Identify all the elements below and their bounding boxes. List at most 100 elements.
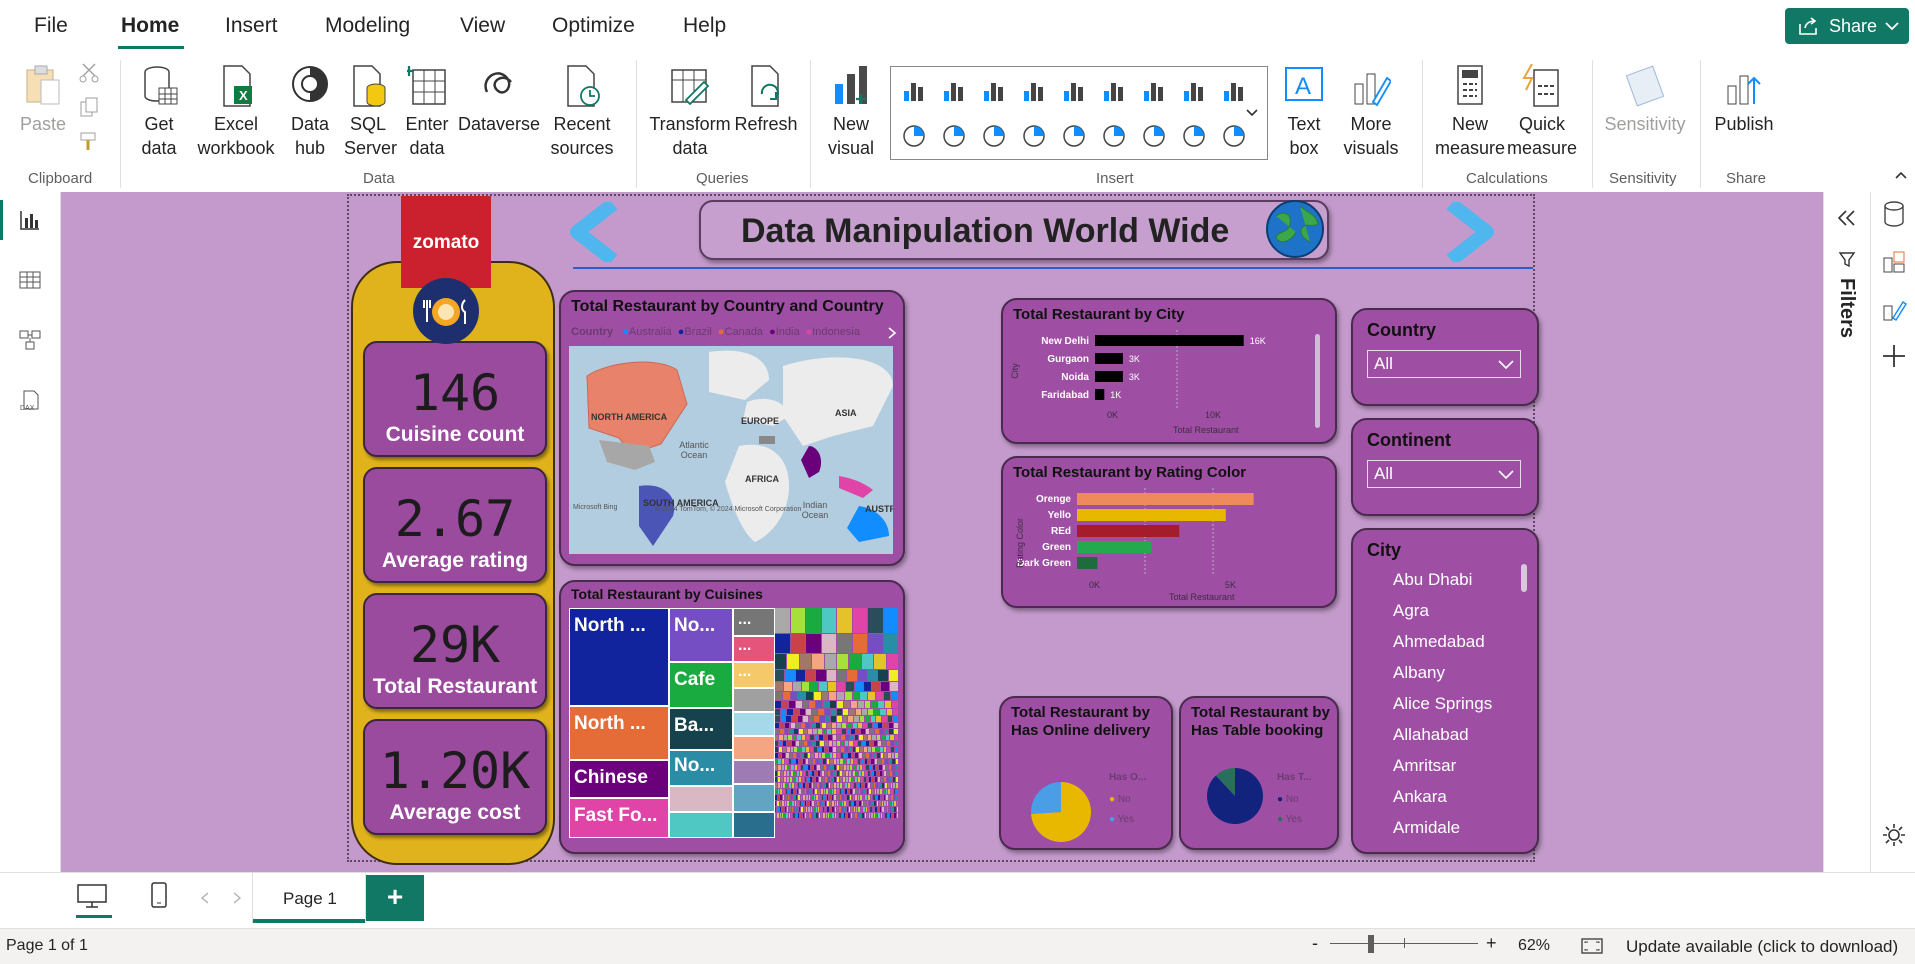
get-data-button[interactable]: Get data <box>128 64 190 160</box>
treemap-tile[interactable]: North ... <box>569 608 669 706</box>
enter-data-button[interactable]: Enter data <box>400 64 454 160</box>
treemap-tile[interactable] <box>791 741 795 746</box>
continent-slicer[interactable]: Continent All <box>1351 418 1539 516</box>
treemap-tile[interactable] <box>792 759 795 764</box>
treemap-tile[interactable] <box>849 801 851 806</box>
treemap-tile[interactable] <box>797 765 801 770</box>
city-bar[interactable] <box>1095 353 1123 364</box>
treemap-tile[interactable] <box>819 777 822 782</box>
treemap-tile[interactable] <box>865 729 870 734</box>
scrollbar[interactable] <box>1315 334 1320 428</box>
slicer-icon[interactable] <box>1141 123 1167 149</box>
treemap-tile[interactable] <box>842 783 845 788</box>
treemap-tile[interactable] <box>842 789 845 794</box>
treemap-tile[interactable] <box>826 789 828 794</box>
treemap-tile[interactable] <box>780 795 782 800</box>
treemap-tile[interactable] <box>783 735 788 740</box>
treemap-tile[interactable] <box>882 813 885 818</box>
treemap-tile[interactable] <box>866 777 869 782</box>
treemap-tile[interactable] <box>777 789 780 794</box>
rating-bar[interactable] <box>1077 509 1226 521</box>
city-slicer-item[interactable]: Albany <box>1393 663 1445 683</box>
treemap-tile[interactable] <box>860 747 864 752</box>
treemap-tile[interactable] <box>869 789 872 794</box>
treemap-tile[interactable] <box>807 765 810 770</box>
treemap-tile[interactable] <box>790 692 798 700</box>
treemap-tile[interactable] <box>789 753 793 758</box>
treemap-tile[interactable] <box>813 807 815 812</box>
treemap-tile[interactable]: ... <box>733 636 775 662</box>
treemap-tile[interactable] <box>861 741 865 746</box>
treemap-tile[interactable] <box>803 807 805 812</box>
treemap-tile[interactable] <box>866 753 869 758</box>
treemap-tile[interactable] <box>733 784 775 812</box>
scrollbar[interactable] <box>1521 564 1527 592</box>
treemap-tile[interactable] <box>884 777 887 782</box>
treemap-tile[interactable] <box>882 765 885 770</box>
treemap-tile[interactable] <box>815 807 817 812</box>
city-slicer-item[interactable]: Abu Dhabi <box>1393 570 1472 590</box>
treemap-tile[interactable] <box>861 789 863 794</box>
treemap-tile[interactable] <box>806 692 813 700</box>
treemap-tile[interactable] <box>896 795 898 800</box>
treemap-tile[interactable] <box>827 771 830 776</box>
treemap-tile[interactable] <box>798 795 800 800</box>
treemap-tile[interactable] <box>896 783 898 788</box>
treemap-tile[interactable] <box>879 801 881 806</box>
treemap-tile[interactable] <box>802 813 804 818</box>
city-slicer-item[interactable]: Amritsar <box>1393 756 1456 776</box>
treemap-tile[interactable] <box>857 813 859 818</box>
treemap-tile[interactable] <box>789 729 794 734</box>
treemap-tile[interactable] <box>888 759 892 764</box>
treemap-tile[interactable] <box>799 709 805 715</box>
treemap-tile[interactable] <box>860 729 865 734</box>
treemap-tile[interactable] <box>779 813 781 818</box>
treemap-tile[interactable] <box>881 735 885 740</box>
treemap-tile[interactable] <box>800 753 804 758</box>
treemap-tile[interactable] <box>847 723 852 728</box>
treemap-tile[interactable] <box>832 735 836 740</box>
treemap-tile[interactable] <box>885 701 892 708</box>
world-map[interactable]: NORTH AMERICA EUROPE ASIA Atlantic Ocean… <box>569 346 893 554</box>
treemap-tile[interactable] <box>879 747 883 752</box>
treemap-tile[interactable] <box>817 747 821 752</box>
treemap-tile[interactable] <box>809 701 816 708</box>
treemap-tile[interactable] <box>806 709 812 715</box>
treemap-tile[interactable] <box>872 807 875 812</box>
treemap-tile[interactable] <box>854 801 856 806</box>
treemap-tile[interactable] <box>816 701 823 708</box>
treemap-tile[interactable] <box>872 777 875 782</box>
treemap-tile[interactable] <box>801 777 804 782</box>
treemap-tile[interactable] <box>874 759 878 764</box>
treemap-tile[interactable] <box>794 783 797 788</box>
treemap-tile[interactable] <box>821 634 836 653</box>
treemap-tile[interactable] <box>793 709 799 715</box>
treemap-tile[interactable] <box>793 771 796 776</box>
treemap-tile[interactable] <box>783 777 786 782</box>
treemap-tile[interactable] <box>842 777 845 782</box>
treemap-tile[interactable] <box>862 783 865 788</box>
treemap-tile[interactable] <box>825 747 829 752</box>
treemap-tile[interactable] <box>814 783 817 788</box>
treemap-tile[interactable] <box>870 741 874 746</box>
treemap-tile[interactable] <box>866 765 869 770</box>
treemap-tile[interactable] <box>879 729 884 734</box>
treemap-tile[interactable] <box>868 795 870 800</box>
treemap-tile[interactable] <box>843 701 850 708</box>
treemap-tile[interactable] <box>890 783 893 788</box>
treemap-tile[interactable] <box>775 654 787 669</box>
treemap-tile[interactable] <box>863 807 865 812</box>
treemap-tile[interactable] <box>812 759 816 764</box>
treemap-tile[interactable] <box>888 723 893 728</box>
treemap-tile[interactable] <box>853 716 859 722</box>
collapse-ribbon-icon[interactable] <box>1894 170 1908 180</box>
treemap-tile[interactable] <box>889 729 894 734</box>
line-chart-icon[interactable] <box>1141 77 1167 103</box>
build-visual-icon[interactable] <box>1881 248 1907 276</box>
treemap-tile[interactable] <box>781 701 788 708</box>
treemap-tile[interactable] <box>801 807 803 812</box>
treemap-tile[interactable] <box>817 783 820 788</box>
treemap-tile[interactable] <box>837 771 840 776</box>
treemap-tile[interactable] <box>817 801 819 806</box>
menu-optimize[interactable]: Optimize <box>552 14 635 38</box>
